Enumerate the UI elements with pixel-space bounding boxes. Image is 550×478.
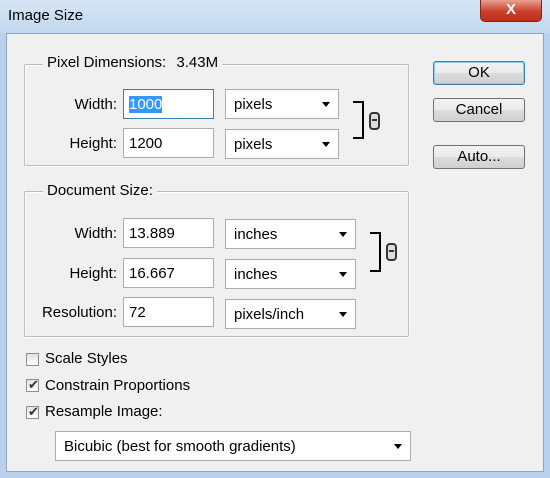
chevron-down-icon	[339, 232, 347, 237]
chevron-down-icon	[322, 142, 330, 147]
doc-link-bracket	[370, 232, 381, 272]
doc-width-label: Width:	[74, 225, 117, 242]
pixel-dimensions-legend: Pixel Dimensions: 3.43M	[43, 54, 223, 71]
pixel-height-value: 1200	[129, 135, 163, 152]
pixel-height-label: Height:	[69, 135, 117, 152]
pixel-height-unit: pixels	[234, 136, 273, 153]
resolution-unit: pixels/inch	[234, 306, 305, 323]
pixel-width-unit-select[interactable]: pixels	[225, 89, 339, 119]
resolution-field[interactable]: 72	[123, 297, 214, 327]
constrain-proportions-checkbox[interactable]: ✔	[26, 377, 39, 392]
resolution-value: 72	[129, 304, 146, 321]
resample-method-value: Bicubic (best for smooth gradients)	[64, 438, 296, 455]
chevron-down-icon	[322, 102, 330, 107]
doc-height-field[interactable]: 16.667	[123, 258, 214, 288]
resolution-label: Resolution:	[41, 304, 117, 321]
checkmark-icon: ✔	[28, 377, 39, 392]
scale-styles-label: Scale Styles	[45, 350, 128, 367]
chevron-down-icon	[339, 312, 347, 317]
constrain-proportions-label: Constrain Proportions	[45, 377, 191, 394]
resample-image-checkbox[interactable]: ✔	[26, 404, 39, 419]
pixel-width-label: Width:	[74, 96, 117, 113]
close-icon: X	[505, 1, 516, 18]
pixel-width-field[interactable]: 1000	[123, 89, 214, 119]
doc-height-unit-select[interactable]: inches	[225, 259, 356, 289]
ok-button[interactable]: OK	[433, 61, 525, 85]
doc-width-unit-select[interactable]: inches	[225, 219, 356, 249]
document-size-legend: Document Size:	[43, 182, 157, 199]
resolution-unit-select[interactable]: pixels/inch	[225, 299, 356, 329]
auto-button[interactable]: Auto...	[433, 145, 525, 169]
chevron-down-icon	[394, 444, 402, 449]
doc-width-value: 13.889	[129, 225, 175, 242]
chevron-down-icon	[339, 272, 347, 277]
checkmark-icon: ✔	[28, 404, 39, 419]
resample-image-label: Resample Image:	[45, 403, 163, 420]
close-button[interactable]: X	[480, 0, 542, 22]
pixel-width-value: 1000	[129, 96, 163, 113]
chain-link-icon	[369, 112, 380, 130]
resample-method-select[interactable]: Bicubic (best for smooth gradients)	[55, 431, 411, 461]
pixel-width-unit: pixels	[234, 96, 273, 113]
doc-height-value: 16.667	[129, 265, 175, 282]
window-title: Image Size	[8, 7, 84, 24]
pixel-dimensions-label: Pixel Dimensions:	[47, 54, 167, 71]
doc-width-field[interactable]: 13.889	[123, 218, 214, 248]
pixel-link-bracket	[353, 101, 364, 139]
pixel-dimensions-size: 3.43M	[176, 54, 219, 71]
doc-width-unit: inches	[234, 226, 278, 243]
scale-styles-checkbox[interactable]	[26, 353, 39, 366]
pixel-height-field[interactable]: 1200	[123, 128, 214, 158]
doc-height-label: Height:	[69, 265, 117, 282]
dialog-body: Pixel Dimensions: 3.43M Width: 1000 pixe…	[6, 33, 544, 472]
pixel-height-unit-select[interactable]: pixels	[225, 129, 339, 159]
chain-link-icon	[386, 243, 397, 261]
doc-height-unit: inches	[234, 266, 278, 283]
cancel-button[interactable]: Cancel	[433, 98, 525, 122]
